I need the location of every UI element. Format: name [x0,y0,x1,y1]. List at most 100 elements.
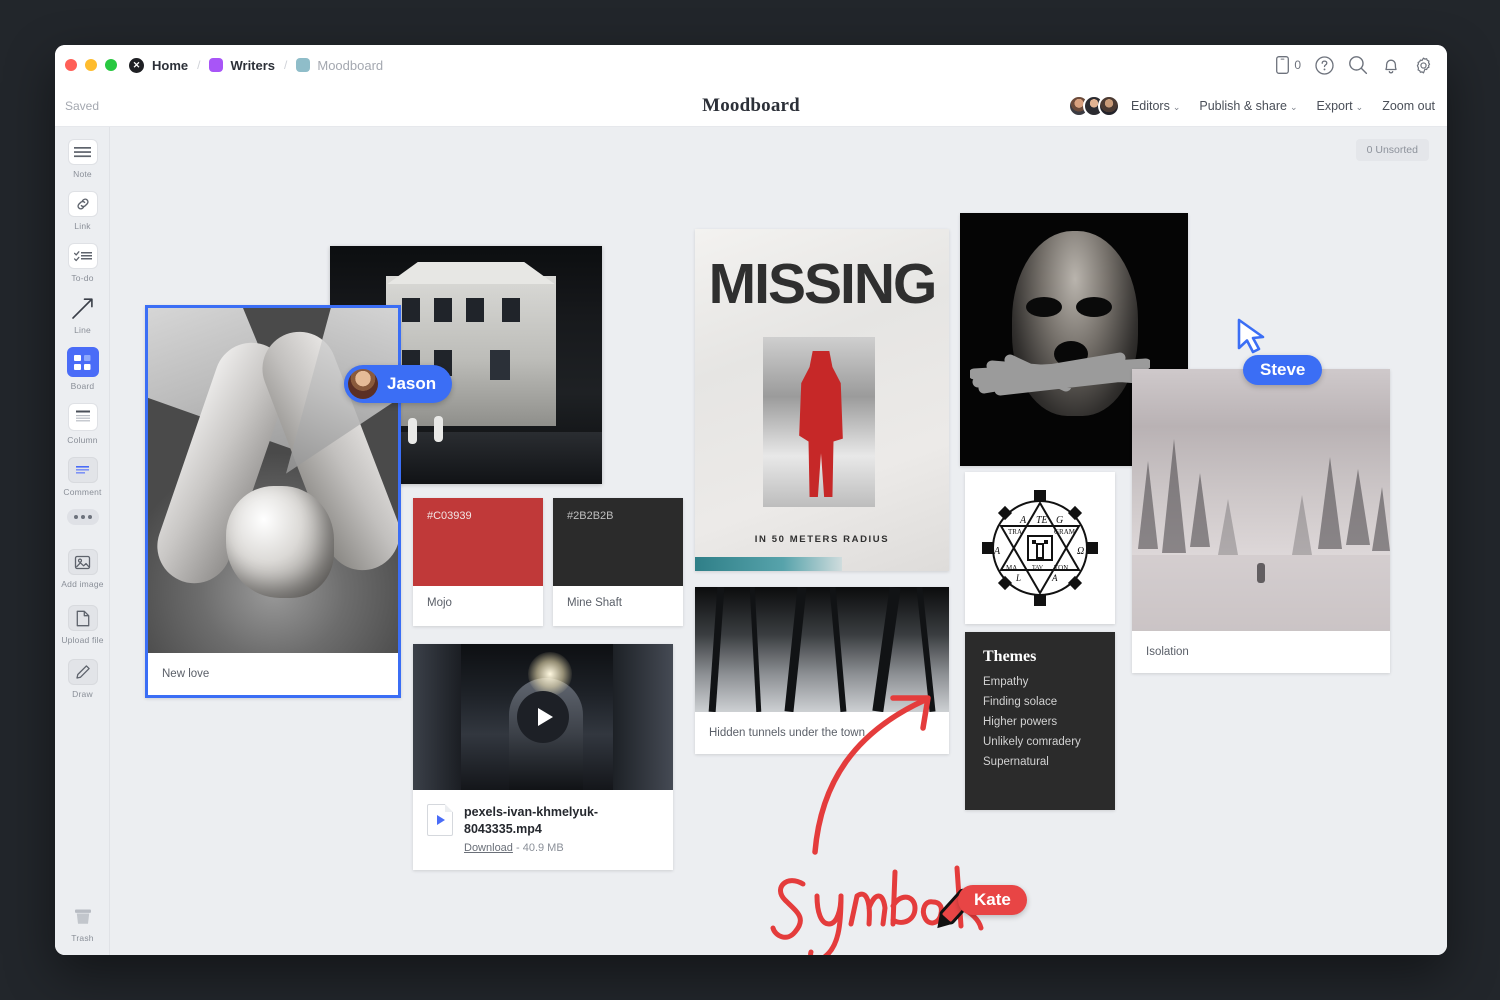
red-arrow-annotation[interactable] [785,662,985,862]
eye-socket-right [1076,297,1112,317]
sidebar-item-trash[interactable]: Trash [55,903,110,943]
house-roof [376,262,566,284]
board-icon [67,347,99,377]
sidebar-item-todo[interactable]: To-do [55,243,110,283]
sidebar-item-more[interactable] [55,509,110,525]
minimize-window-button[interactable] [85,59,97,71]
missing-poster-image: MISSING IN 50 METERS RADIUS [695,229,949,571]
sidebar-label-trash: Trash [71,933,93,943]
collaborator-name: Kate [974,890,1011,910]
theme-item: Empathy [983,676,1097,688]
card-themes[interactable]: Themes Empathy Finding solace Higher pow… [965,632,1115,810]
window-controls[interactable] [65,59,117,71]
export-label: Export [1317,99,1353,113]
chevron-down-icon: ⌄ [1290,102,1298,112]
close-window-button[interactable] [65,59,77,71]
zoom-out-button[interactable]: Zoom out [1382,99,1435,113]
maximize-window-button[interactable] [105,59,117,71]
trash-icon [68,903,98,929]
sidebar-item-upload-file[interactable]: Upload file [55,605,110,645]
title-bar: ✕ Home / Writers / Moodboard 0 [55,45,1447,85]
sidebar-item-link[interactable]: Link [55,191,110,231]
play-button[interactable] [517,691,569,743]
column-icon [68,403,98,431]
download-link[interactable]: Download [464,842,513,854]
pencil-icon [68,659,98,685]
sigil-letter-a2: A [993,546,1001,557]
app-logo-icon: ✕ [129,58,144,73]
collaborator-cursor-kate: Kate [958,885,1027,915]
theme-item: Supernatural [983,756,1097,768]
dot [81,515,85,519]
arrow-line-icon [70,295,96,321]
sigil-ma: MA [1006,564,1017,572]
avatar [348,369,378,399]
gray-scribble-annotation[interactable] [970,338,1150,396]
street-lamp-glow [528,652,572,696]
card-missing-poster[interactable]: MISSING IN 50 METERS RADIUS [695,229,949,571]
search-button[interactable] [1348,55,1368,75]
alley-wall-right [613,644,673,790]
writers-chip-icon [209,58,223,72]
chevron-down-icon: ⌄ [1173,102,1181,112]
gear-icon [1414,56,1433,75]
collaborator-cursor-jason: Jason [344,365,452,403]
breadcrumb-writers[interactable]: Writers [230,58,275,73]
breadcrumb: ✕ Home / Writers / Moodboard [129,58,383,73]
editors-dropdown[interactable]: Editors⌄ [1131,99,1180,113]
clasped-hands [226,486,334,598]
settings-button[interactable] [1414,56,1433,75]
sidebar-item-board[interactable]: Board [55,347,110,391]
export-dropdown[interactable]: Export⌄ [1317,99,1364,113]
board-canvas[interactable]: 0 Unsorted [110,127,1447,955]
window [502,298,520,322]
sidebar-label-add-image: Add image [61,579,103,589]
help-button[interactable] [1315,56,1334,75]
sidebar-item-note[interactable]: Note [55,139,110,179]
moodboard-chip-icon [296,58,310,72]
picture-icon [74,555,91,570]
breadcrumb-moodboard[interactable]: Moodboard [317,58,383,73]
editors-label: Editors [1131,99,1170,113]
sidebar-label-column: Column [67,435,98,445]
swatch-name: Mine Shaft [553,586,683,609]
card-sigil[interactable]: A TE G A Ω L A TRA GRAM MA TON [965,472,1115,624]
window [466,298,484,322]
publish-share-dropdown[interactable]: Publish & share⌄ [1199,99,1297,113]
sigil-letter-a3: A [1051,573,1058,583]
todo-icon [68,243,98,269]
person-figure [408,418,417,444]
sidebar-item-line[interactable]: Line [55,295,110,335]
sidebar-item-comment[interactable]: Comment [55,457,110,497]
notifications-button[interactable] [1382,56,1400,75]
window [434,298,452,322]
help-icon [1315,56,1334,75]
eye-socket-left [1026,297,1062,317]
editor-avatars[interactable] [1068,95,1120,117]
card-isolation[interactable]: Isolation [1132,369,1390,673]
holding-hands-photo [148,308,398,653]
collaborator-cursor-steve: Steve [1243,355,1322,385]
card-new-love[interactable]: New love [145,305,401,698]
chain-icon [75,196,91,212]
checklist-icon [74,250,92,262]
app-body: Note Link [55,127,1447,955]
mobile-preview-button[interactable]: 0 [1276,56,1301,74]
link-icon [68,191,98,217]
card-caption: New love [148,653,398,695]
sidebar-item-add-image[interactable]: Add image [55,549,110,589]
sidebar-label-line: Line [74,325,91,335]
sidebar-item-draw[interactable]: Draw [55,659,110,699]
video-file-icon [427,804,453,836]
theme-item: Unlikely comradery [983,736,1097,748]
card-color-swatch-mojo[interactable]: #C03939 Mojo [413,498,543,626]
breadcrumb-separator: / [197,58,200,72]
sidebar-label-board: Board [71,381,95,391]
card-video-file[interactable]: pexels-ivan-khmelyuk-8043335.mp4 Downloa… [413,644,673,870]
swatch-name: Mojo [413,586,543,609]
breadcrumb-home[interactable]: Home [152,58,188,73]
video-thumbnail[interactable] [413,644,673,790]
card-color-swatch-mine-shaft[interactable]: #2B2B2B Mine Shaft [553,498,683,626]
sidebar-item-column[interactable]: Column [55,403,110,445]
unsorted-badge[interactable]: 0 Unsorted [1356,139,1429,161]
